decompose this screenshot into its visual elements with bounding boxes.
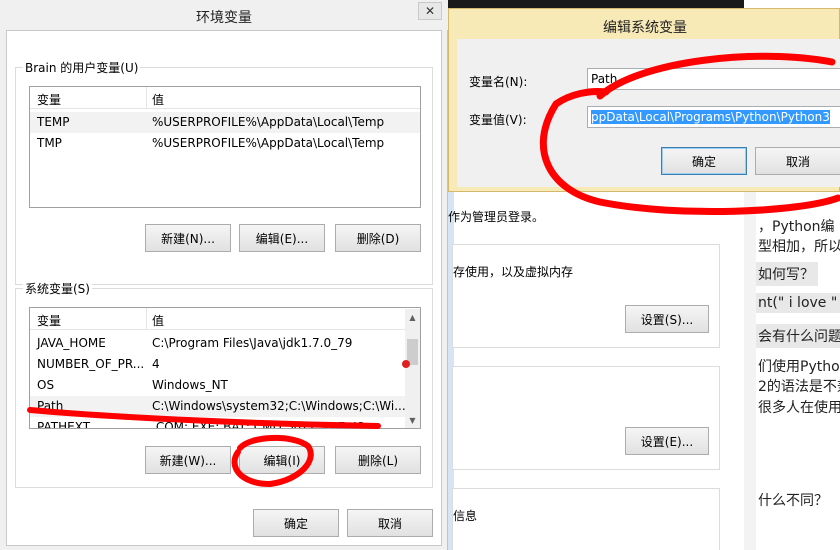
row-name: OS bbox=[37, 378, 55, 392]
article-line: 很多人在使用 bbox=[758, 400, 840, 416]
list-scrollbar[interactable]: ▲ ▼ bbox=[405, 309, 420, 428]
env-title: 环境变量 bbox=[196, 10, 252, 26]
article-line: nt(" i love " bbox=[754, 293, 840, 313]
row-value: Windows_NT bbox=[152, 378, 228, 392]
article-line: 如何写？ bbox=[754, 262, 818, 286]
performance-settings-button[interactable]: 设置(S)... bbox=[625, 305, 709, 333]
profiles-settings-button[interactable]: 设置(E)... bbox=[625, 427, 709, 455]
variable-value-label: 变量值(V): bbox=[469, 113, 527, 127]
performance-group: 存使用，以及虚拟内存 设置(S)... bbox=[452, 244, 720, 348]
row-value: .COM;.EXE;.BAT;.CMD;.VBS;.VBE;.JS;... bbox=[152, 420, 380, 429]
variable-value-field[interactable]: ppData\Local\Programs\Python\Python3 bbox=[587, 106, 840, 128]
variable-name-label: 变量名(N): bbox=[469, 75, 528, 89]
performance-text: 存使用，以及虚拟内存 bbox=[453, 265, 574, 279]
table-row[interactable]: NUMBER_OF_PR... 4 bbox=[30, 354, 420, 375]
row-value: C:\Program Files\Java\jdk1.7.0_79 bbox=[152, 336, 353, 350]
scroll-thumb[interactable] bbox=[407, 339, 418, 365]
table-row[interactable]: PATHEXT .COM;.EXE;.BAT;.CMD;.VBS;.VBE;.J… bbox=[30, 417, 420, 429]
row-value: %USERPROFILE%\AppData\Local\Temp bbox=[152, 136, 385, 150]
row-value: C:\Windows\system32;C:\Windows;C:\Wi... bbox=[152, 399, 406, 413]
row-name: TEMP bbox=[37, 115, 70, 129]
edit-cancel-button[interactable]: 取消 bbox=[755, 147, 840, 175]
table-row[interactable]: OS Windows_NT bbox=[30, 375, 420, 396]
user-variables-list[interactable]: 变量 值 TEMP %USERPROFILE%\AppData\Local\Te… bbox=[29, 86, 421, 208]
row-value: %USERPROFILE%\AppData\Local\Temp bbox=[152, 115, 385, 129]
column-divider[interactable] bbox=[146, 308, 147, 330]
row-name: Path bbox=[37, 399, 64, 413]
cancel-button[interactable]: 取消 bbox=[347, 509, 433, 537]
profiles-group: 设置(E)... bbox=[452, 366, 720, 470]
table-row[interactable]: TMP %USERPROFILE%\AppData\Local\Temp bbox=[30, 133, 420, 154]
list-header: 变量 值 bbox=[30, 87, 420, 109]
variable-name-field[interactable]: Path bbox=[587, 68, 840, 90]
article-line: 们使用Python bbox=[758, 359, 840, 375]
article-line: 型相加，所以 bbox=[758, 239, 840, 255]
column-header-value[interactable]: 值 bbox=[152, 91, 164, 108]
article-line: ，Python编 bbox=[758, 219, 835, 235]
article-line: 会有什么问题 bbox=[754, 324, 840, 348]
column-header-name[interactable]: 变量 bbox=[37, 312, 61, 329]
row-name: JAVA_HOME bbox=[37, 336, 106, 350]
edit-title-bar: 编辑系统变量 bbox=[449, 9, 840, 39]
user-edit-button[interactable]: 编辑(E)... bbox=[239, 224, 325, 252]
edit-system-variable-dialog: 编辑系统变量 变量名(N): Path 变量值(V): ppData\Local… bbox=[448, 8, 840, 192]
user-delete-button[interactable]: 删除(D) bbox=[335, 224, 421, 252]
row-name: NUMBER_OF_PR... bbox=[37, 357, 145, 371]
system-edit-button[interactable]: 编辑(I) bbox=[239, 446, 325, 474]
column-divider[interactable] bbox=[146, 87, 147, 109]
startup-text: 信息 bbox=[453, 509, 478, 523]
list-header: 变量 值 bbox=[30, 308, 420, 330]
table-row[interactable]: TEMP %USERPROFILE%\AppData\Local\Temp bbox=[30, 112, 420, 133]
edit-body: 变量名(N): Path 变量值(V): ppData\Local\Progra… bbox=[457, 39, 840, 187]
environment-variables-dialog: 环境变量 ✕ Brain 的用户变量(U) 变量 值 TEMP %USERPRO… bbox=[0, 0, 448, 550]
admin-notice: 作为管理员登录。 bbox=[448, 210, 545, 224]
user-new-button[interactable]: 新建(N)... bbox=[145, 224, 231, 252]
scroll-down-icon[interactable]: ▼ bbox=[405, 412, 420, 428]
variable-name-value: Path bbox=[591, 72, 618, 86]
env-title-bar: 环境变量 ✕ bbox=[0, 0, 448, 30]
edit-title: 编辑系统变量 bbox=[603, 20, 687, 36]
table-row-path[interactable]: Path C:\Windows\system32;C:\Windows;C:\W… bbox=[30, 396, 420, 417]
row-name: TMP bbox=[37, 136, 62, 150]
row-name: PATHEXT bbox=[37, 420, 91, 429]
system-variables-list[interactable]: 变量 值 JAVA_HOME C:\Program Files\Java\jdk… bbox=[29, 307, 421, 429]
column-header-value[interactable]: 值 bbox=[152, 312, 164, 329]
env-body: Brain 的用户变量(U) 变量 值 TEMP %USERPROFILE%\A… bbox=[6, 30, 442, 546]
edit-ok-button[interactable]: 确定 bbox=[661, 147, 747, 175]
row-value: 4 bbox=[152, 357, 160, 371]
variable-value-text: ppData\Local\Programs\Python\Python3 bbox=[591, 110, 830, 124]
table-row[interactable]: JAVA_HOME C:\Program Files\Java\jdk1.7.0… bbox=[30, 333, 420, 354]
user-variables-label: Brain 的用户变量(U) bbox=[23, 59, 141, 76]
article-line: 2的语法是不兼 bbox=[758, 379, 840, 395]
column-header-name[interactable]: 变量 bbox=[37, 91, 61, 108]
system-delete-button[interactable]: 删除(L) bbox=[335, 446, 421, 474]
close-icon[interactable]: ✕ bbox=[418, 2, 442, 20]
scroll-up-icon[interactable]: ▲ bbox=[405, 309, 420, 325]
article-line: 什么不同？ bbox=[758, 493, 828, 509]
system-new-button[interactable]: 新建(W)... bbox=[145, 446, 231, 474]
system-variables-label: 系统变量(S) bbox=[23, 280, 92, 297]
ok-button[interactable]: 确定 bbox=[253, 509, 339, 537]
startup-group: 信息 bbox=[452, 488, 720, 550]
